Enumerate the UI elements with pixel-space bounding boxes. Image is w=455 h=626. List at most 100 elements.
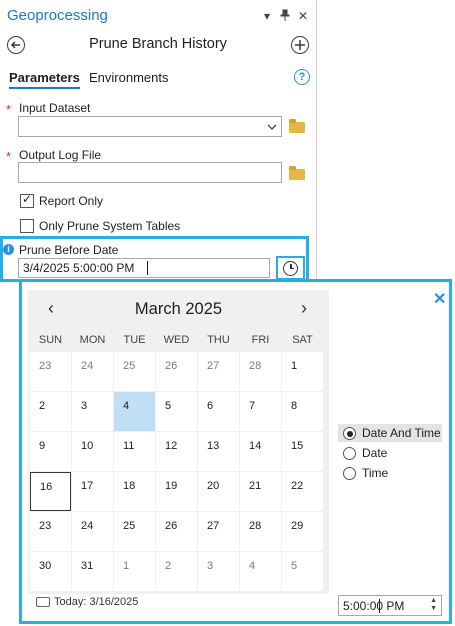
add-circle-icon[interactable] — [291, 36, 309, 54]
day-number: 11 — [123, 440, 135, 452]
input-dataset-field[interactable] — [18, 116, 282, 137]
day-cell[interactable]: 3 — [72, 392, 113, 431]
day-cell[interactable]: 8 — [282, 392, 323, 431]
day-cell[interactable]: 23 — [30, 352, 71, 391]
day-cell[interactable]: 29 — [282, 512, 323, 551]
mode-label: Time — [362, 466, 389, 480]
day-number: 2 — [39, 400, 46, 412]
day-cell[interactable]: 27 — [198, 352, 239, 391]
day-number: 3 — [81, 400, 88, 412]
day-cell[interactable]: 24 — [72, 512, 113, 551]
spin-down-icon[interactable]: ▼ — [430, 605, 437, 613]
day-number: 24 — [81, 360, 94, 372]
day-cell[interactable]: 28 — [240, 512, 281, 551]
tab-parameters[interactable]: Parameters — [9, 70, 80, 89]
radio-button[interactable] — [343, 447, 356, 460]
day-number: 15 — [291, 440, 304, 452]
time-input[interactable]: 5:00:00 PM ▲ ▼ — [338, 595, 442, 616]
only-prune-system-checkbox[interactable] — [20, 219, 34, 233]
mode-date-and-time[interactable]: Date And Time — [338, 424, 442, 442]
day-cell[interactable]: 28 — [240, 352, 281, 391]
spin-up-icon[interactable]: ▲ — [430, 597, 437, 605]
selected-day-cell[interactable]: 4 — [114, 392, 155, 431]
day-cell[interactable]: 19 — [156, 472, 197, 511]
browse-folder-icon[interactable] — [289, 166, 305, 180]
day-number: 25 — [123, 360, 136, 372]
time-spinner[interactable]: ▲ ▼ — [430, 597, 437, 613]
day-cell[interactable]: 18 — [114, 472, 155, 511]
day-number: 5 — [165, 400, 172, 412]
day-number: 30 — [39, 560, 52, 572]
next-month-icon[interactable]: › — [301, 298, 307, 319]
browse-folder-icon[interactable] — [289, 119, 305, 133]
day-cell[interactable]: 30 — [30, 552, 71, 591]
day-cell[interactable]: 15 — [282, 432, 323, 471]
day-number: 8 — [291, 400, 298, 412]
tool-title: Prune Branch History — [89, 36, 227, 52]
today-link[interactable]: Today: 3/16/2025 — [36, 596, 138, 608]
day-cell[interactable]: 14 — [240, 432, 281, 471]
clock-picker-button[interactable] — [276, 256, 305, 280]
month-label[interactable]: March 2025 — [28, 300, 329, 319]
day-number: 27 — [207, 360, 220, 372]
day-number: 17 — [81, 480, 94, 492]
day-cell[interactable]: 4 — [240, 552, 281, 591]
today-day-cell[interactable]: 16 — [30, 472, 71, 511]
weekday-label: SAT — [292, 334, 313, 346]
day-cell[interactable]: 1 — [282, 352, 323, 391]
day-cell[interactable]: 12 — [156, 432, 197, 471]
output-log-field[interactable] — [18, 162, 282, 183]
day-number: 23 — [39, 360, 52, 372]
chevron-down-icon[interactable] — [267, 124, 277, 130]
day-cell[interactable]: 21 — [240, 472, 281, 511]
options-dropdown-icon[interactable]: ▾ — [261, 9, 273, 23]
day-cell[interactable]: 5 — [282, 552, 323, 591]
day-cell[interactable]: 27 — [198, 512, 239, 551]
day-cell[interactable]: 26 — [156, 352, 197, 391]
day-cell[interactable]: 2 — [30, 392, 71, 431]
day-cell[interactable]: 11 — [114, 432, 155, 471]
only-prune-system-label: Only Prune System Tables — [39, 219, 181, 233]
day-cell[interactable]: 2 — [156, 552, 197, 591]
help-icon[interactable]: ? — [294, 69, 310, 85]
close-icon[interactable]: ✕ — [433, 289, 446, 309]
day-number: 12 — [165, 440, 178, 452]
day-number: 3 — [207, 560, 214, 572]
pane-title: Geoprocessing — [7, 7, 108, 24]
pin-icon[interactable] — [279, 9, 291, 23]
day-cell[interactable]: 31 — [72, 552, 113, 591]
day-cell[interactable]: 6 — [198, 392, 239, 431]
day-number: 4 — [123, 400, 130, 412]
day-cell[interactable]: 26 — [156, 512, 197, 551]
day-number: 28 — [249, 520, 262, 532]
mode-time[interactable]: Time — [338, 464, 442, 482]
day-cell[interactable]: 7 — [240, 392, 281, 431]
day-cell[interactable]: 23 — [30, 512, 71, 551]
day-number: 14 — [249, 440, 262, 452]
day-cell[interactable]: 20 — [198, 472, 239, 511]
mode-date[interactable]: Date — [338, 444, 442, 462]
day-cell[interactable]: 10 — [72, 432, 113, 471]
weekday-label: SUN — [38, 334, 63, 346]
day-number: 10 — [81, 440, 94, 452]
close-pane-icon[interactable]: ✕ — [297, 9, 309, 23]
day-cell[interactable]: 17 — [72, 472, 113, 511]
prune-date-input[interactable]: 3/4/2025 5:00:00 PM — [18, 258, 270, 278]
day-cell[interactable]: 22 — [282, 472, 323, 511]
day-number: 9 — [39, 440, 46, 452]
day-cell[interactable]: 1 — [114, 552, 155, 591]
day-cell[interactable]: 3 — [198, 552, 239, 591]
day-cell[interactable]: 24 — [72, 352, 113, 391]
day-cell[interactable]: 25 — [114, 352, 155, 391]
day-number: 31 — [81, 560, 94, 572]
day-cell[interactable]: 5 — [156, 392, 197, 431]
radio-dot — [346, 430, 353, 437]
radio-button[interactable] — [343, 467, 356, 480]
day-cell[interactable]: 25 — [114, 512, 155, 551]
radio-button[interactable] — [343, 427, 356, 440]
tab-environments[interactable]: Environments — [89, 70, 168, 85]
day-cell[interactable]: 13 — [198, 432, 239, 471]
report-only-checkbox[interactable]: ✓ — [20, 192, 34, 208]
day-cell[interactable]: 9 — [30, 432, 71, 471]
day-number: 26 — [165, 520, 178, 532]
